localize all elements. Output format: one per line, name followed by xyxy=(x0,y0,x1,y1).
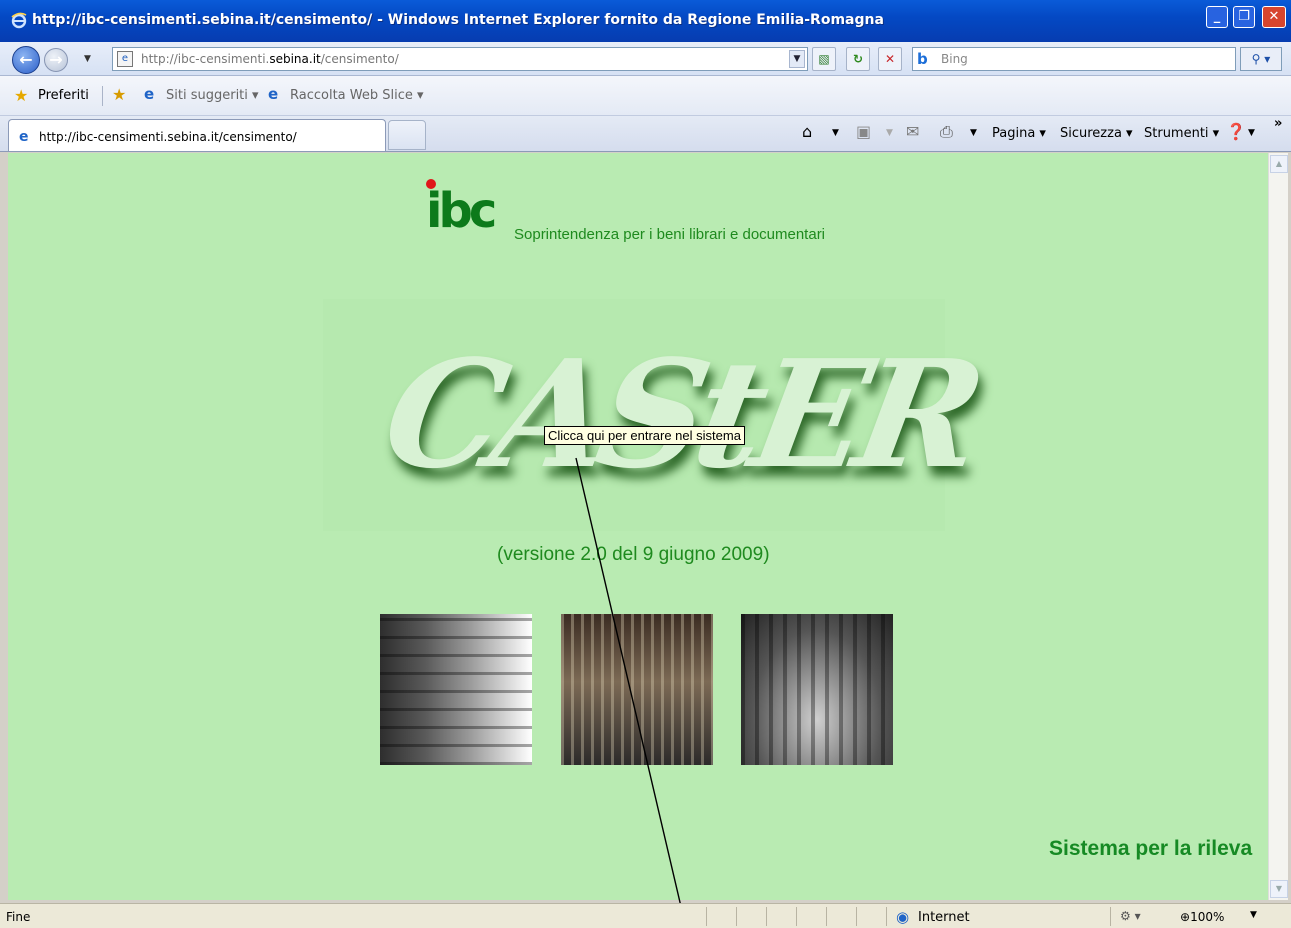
print-dropdown[interactable]: ▼ xyxy=(970,128,977,138)
ie-icon xyxy=(11,12,27,29)
page-subtitle: Soprintendenza per i beni librari e docu… xyxy=(514,226,826,243)
library-photo-2 xyxy=(561,614,713,765)
bing-icon: b xyxy=(917,50,928,68)
security-zone[interactable]: Internet xyxy=(918,910,970,925)
address-bar[interactable]: e http://ibc-censimenti.sebina.it/censim… xyxy=(112,47,808,71)
version-text: (versione 2.0 del 9 giugno 2009) xyxy=(497,544,770,565)
library-photo-1 xyxy=(380,614,532,765)
toolbar-overflow-chevron-icon[interactable]: » xyxy=(1274,116,1282,131)
scroll-up-button[interactable]: ▲ xyxy=(1270,155,1288,173)
ie-icon: e xyxy=(19,129,29,145)
magnifier-icon: ⚲ xyxy=(1251,52,1261,66)
status-divider xyxy=(886,907,887,926)
tools-menu[interactable]: Strumenti ▾ xyxy=(1144,126,1219,141)
casier-logo-link[interactable]: CAStER xyxy=(373,327,987,501)
recent-pages-dropdown[interactable]: ▼ xyxy=(84,54,91,64)
status-divider xyxy=(1110,907,1111,926)
zoom-level[interactable]: ⊕100% xyxy=(1180,910,1224,924)
favorites-divider xyxy=(102,86,103,106)
address-url[interactable]: http://ibc-censimenti.sebina.it/censimen… xyxy=(141,52,399,66)
globe-icon: ◉ xyxy=(896,908,910,926)
status-divider xyxy=(736,907,737,926)
enter-system-tooltip: Clicca qui per entrare nel sistema xyxy=(544,426,745,445)
tab-row: e http://ibc-censimenti.sebina.it/censim… xyxy=(0,116,1291,152)
page-content: ibc Soprintendenza per i beni librari e … xyxy=(8,153,1268,900)
page-icon: e xyxy=(117,51,133,67)
favorites-star-icon: ★ xyxy=(14,86,29,105)
ie-icon: e xyxy=(144,85,155,103)
help-dropdown[interactable]: ▼ xyxy=(1248,128,1255,138)
back-arrow-icon: ← xyxy=(19,50,33,69)
status-divider xyxy=(856,907,857,926)
magnifier-icon: ⊕ xyxy=(1180,910,1191,924)
address-dropdown-button[interactable]: ▼ xyxy=(789,50,805,68)
window-title: http://ibc-censimenti.sebina.it/censimen… xyxy=(32,12,884,28)
feeds-icon[interactable]: ▣ xyxy=(856,122,871,141)
feeds-dropdown[interactable]: ▼ xyxy=(886,128,893,138)
archive-photo-3 xyxy=(741,614,893,765)
home-icon[interactable]: ⌂ xyxy=(802,122,812,141)
vertical-scrollbar[interactable]: ▲ ▼ xyxy=(1268,153,1288,900)
security-menu[interactable]: Sicurezza ▾ xyxy=(1060,126,1133,141)
protected-mode-icon[interactable]: ⚙ ▾ xyxy=(1120,909,1141,923)
status-divider xyxy=(826,907,827,926)
forward-arrow-icon: → xyxy=(49,50,63,69)
add-to-favorites-icon[interactable]: ★ xyxy=(112,85,126,104)
search-button[interactable]: ⚲ ▾ xyxy=(1240,47,1282,71)
new-tab-button[interactable] xyxy=(388,120,426,150)
status-text: Fine xyxy=(6,910,31,924)
mail-icon[interactable]: ✉ xyxy=(906,122,919,141)
scroll-down-button[interactable]: ▼ xyxy=(1270,880,1288,898)
status-divider xyxy=(796,907,797,926)
status-bar: Fine ◉ Internet ⚙ ▾ ⊕100% ▼ xyxy=(0,903,1291,928)
status-divider xyxy=(766,907,767,926)
ibc-logo: ibc xyxy=(426,175,510,239)
close-button[interactable]: ✕ xyxy=(1262,6,1286,28)
back-button[interactable]: ← xyxy=(12,46,40,74)
title-bar: http://ibc-censimenti.sebina.it/censimen… xyxy=(0,0,1291,42)
maximize-button[interactable]: ❐ xyxy=(1233,6,1255,28)
web-slice-gallery-button[interactable]: Raccolta Web Slice ▾ xyxy=(290,88,424,103)
favorites-button[interactable]: Preferiti xyxy=(38,88,89,103)
ie-icon: e xyxy=(268,85,279,103)
refresh-button[interactable]: ↻ xyxy=(846,47,870,71)
logo-text: ibc xyxy=(426,183,497,239)
minimize-button[interactable]: _ xyxy=(1206,6,1228,28)
forward-button[interactable]: → xyxy=(44,48,68,72)
zoom-dropdown[interactable]: ▼ xyxy=(1250,910,1257,920)
compatibility-view-button[interactable]: ▧ xyxy=(812,47,836,71)
tab-label: http://ibc-censimenti.sebina.it/censimen… xyxy=(39,130,297,144)
status-divider xyxy=(706,907,707,926)
search-box[interactable]: b Bing xyxy=(912,47,1236,71)
favorites-bar: ★ Preferiti ★ e Siti suggeriti ▾ e Racco… xyxy=(0,76,1291,116)
search-placeholder: Bing xyxy=(941,52,968,66)
tab-censimento[interactable]: e http://ibc-censimenti.sebina.it/censim… xyxy=(8,119,386,151)
print-icon[interactable]: ⎙ xyxy=(940,122,953,142)
home-dropdown[interactable]: ▼ xyxy=(832,128,839,138)
stop-button[interactable]: ✕ xyxy=(878,47,902,71)
suggested-sites-button[interactable]: Siti suggeriti ▾ xyxy=(166,88,259,103)
sistema-heading: Sistema per la rileva xyxy=(1049,837,1253,860)
page-menu[interactable]: Pagina ▾ xyxy=(992,126,1046,141)
help-icon[interactable]: ❓ xyxy=(1226,122,1246,141)
